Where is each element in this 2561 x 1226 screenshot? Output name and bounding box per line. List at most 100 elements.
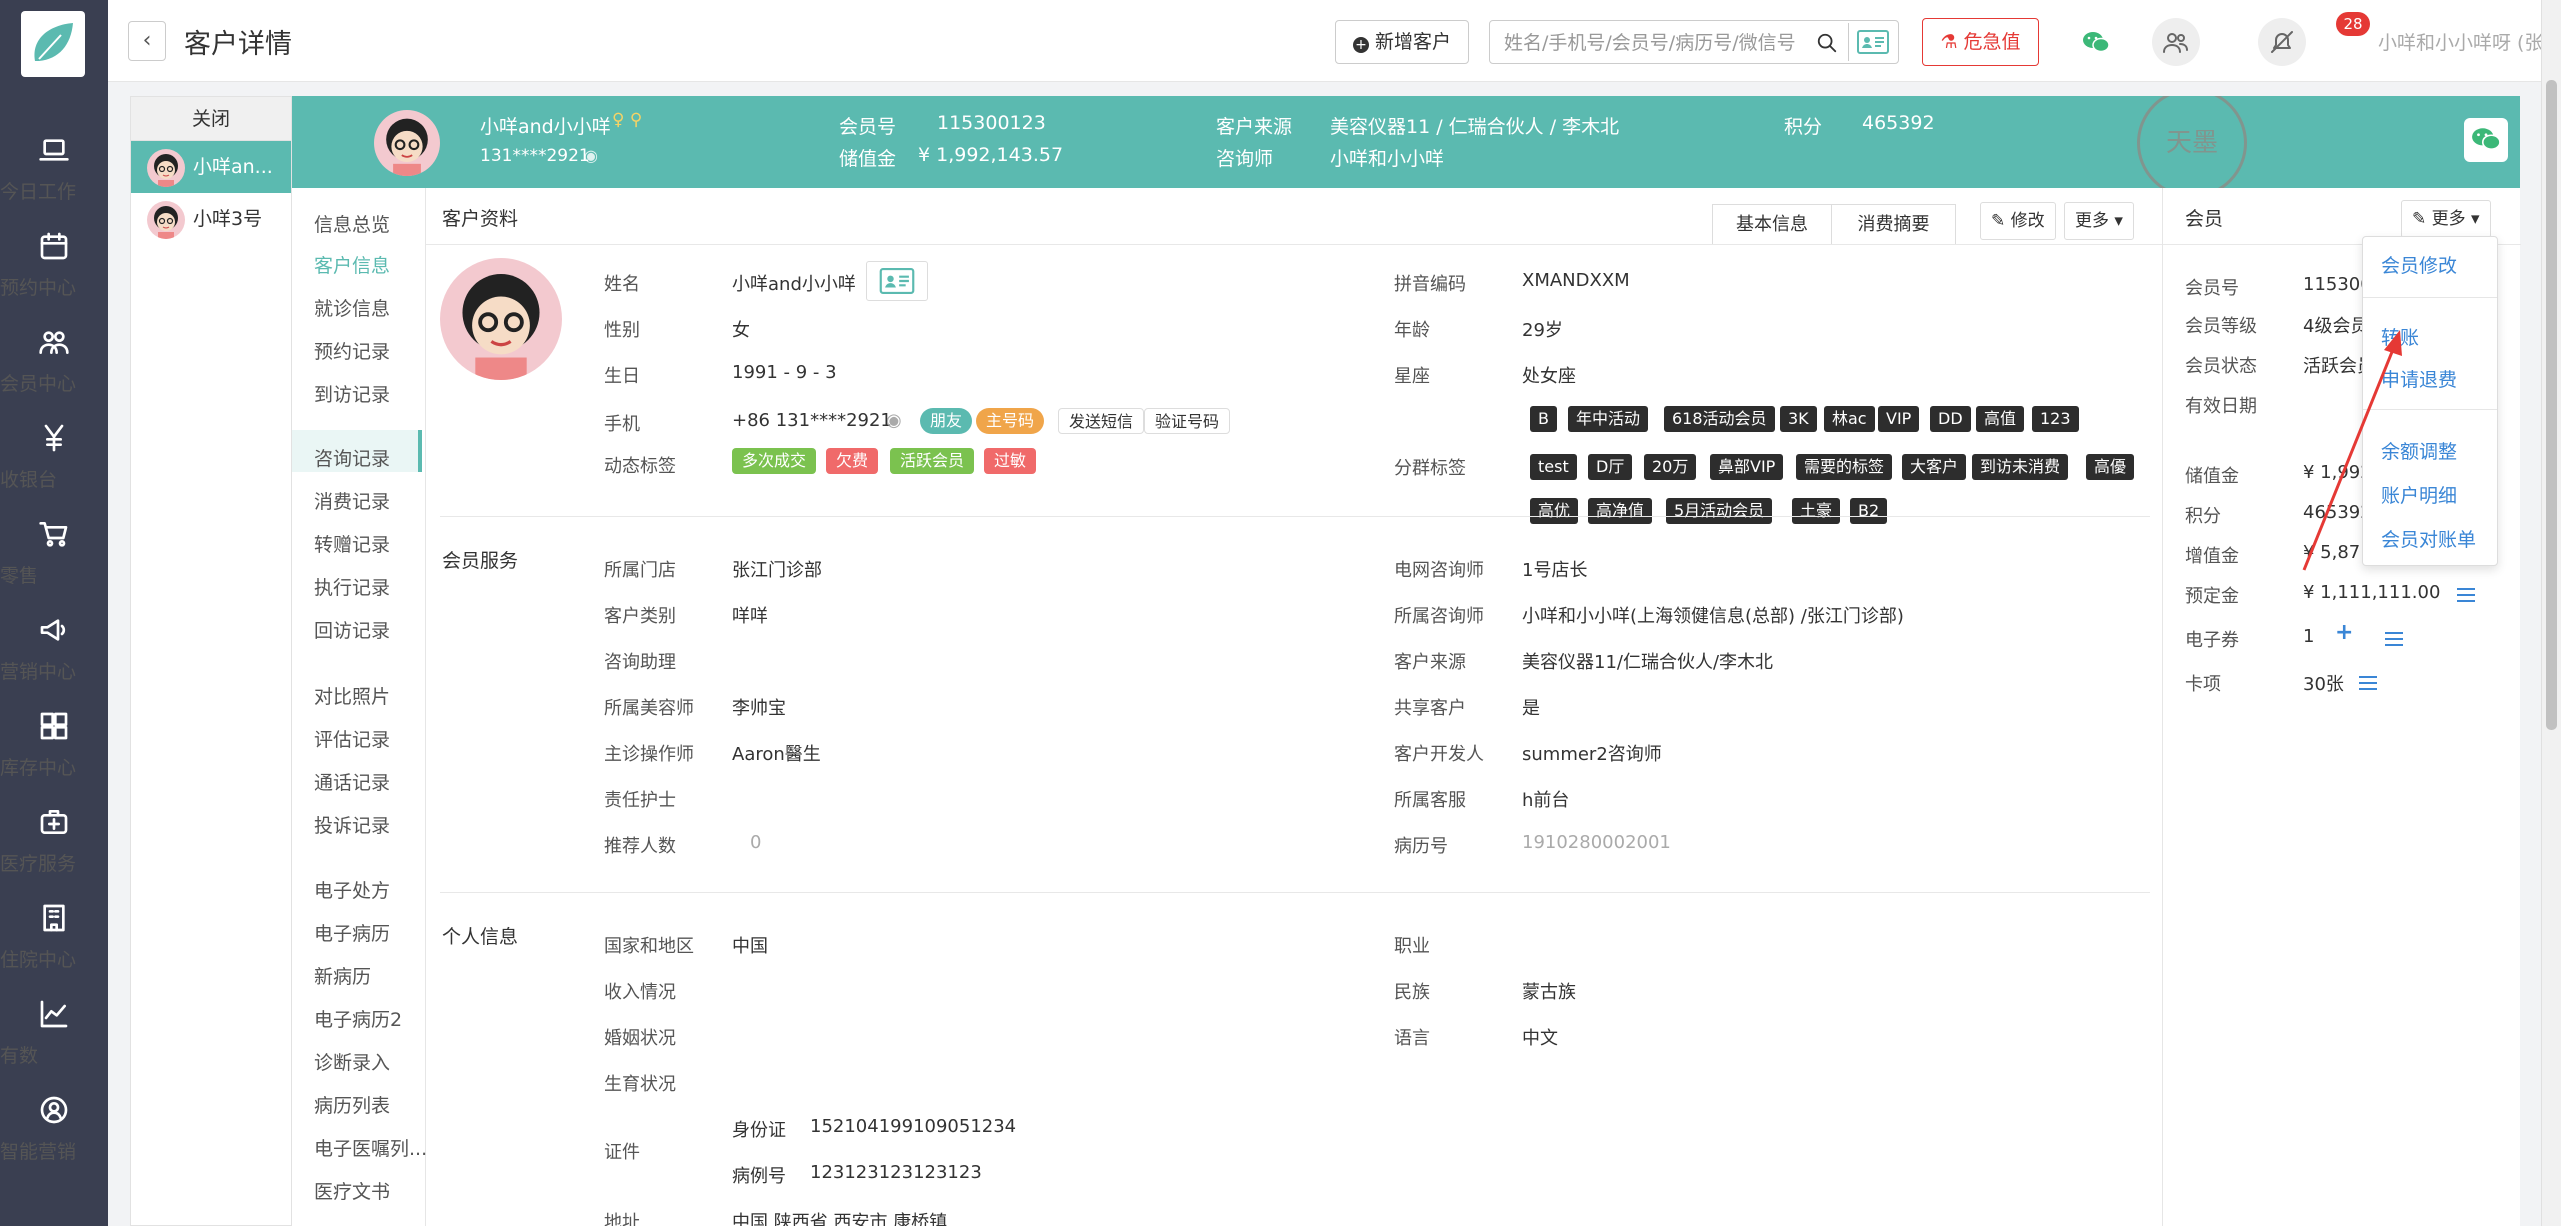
subnav-item[interactable]: 电子医嘱列... <box>314 1134 427 1161</box>
nav-label: 智能营销 <box>0 1141 77 1163</box>
subnav-item[interactable]: 电子处方 <box>314 876 390 903</box>
subnav-item-active[interactable]: 客户信息 <box>314 251 390 278</box>
id-card-icon <box>879 268 915 294</box>
list-menu-icon[interactable] <box>2385 632 2403 646</box>
subnav-item[interactable]: 新病历 <box>314 962 371 989</box>
member-more-button[interactable]: ✎ 更多 ▾ <box>2401 200 2491 238</box>
contacts-button[interactable] <box>2152 18 2200 66</box>
nav-member[interactable]: 会员中心 <box>0 312 108 408</box>
yen-icon <box>44 424 64 452</box>
field-value: 0 <box>750 832 762 853</box>
field-value: 是 <box>1522 698 1540 719</box>
nav-inventory[interactable]: 库存中心 <box>0 696 108 792</box>
id-card-icon <box>1857 30 1889 54</box>
customer-avatar[interactable] <box>440 258 562 380</box>
more-button[interactable]: 更多 ▾ <box>2064 202 2134 240</box>
subnav-item[interactable]: 咨询记录 <box>314 444 390 471</box>
member-field-label: 会员状态 <box>2185 356 2257 377</box>
subnav-item[interactable]: 转赠记录 <box>314 530 390 557</box>
subnav-item[interactable]: 通话记录 <box>314 768 390 795</box>
building-icon <box>43 904 65 932</box>
field-value: 29岁 <box>1522 320 1563 341</box>
app-logo[interactable] <box>21 11 85 77</box>
subnav-item[interactable]: 电子病历 <box>314 919 390 946</box>
field-label: 语言 <box>1394 1028 1430 1049</box>
field-label: 动态标签 <box>604 456 676 477</box>
critical-value-button[interactable]: ⚗ 危急值 <box>1922 18 2039 66</box>
bell-off-icon <box>2271 31 2293 53</box>
list-menu-icon[interactable] <box>2359 676 2377 690</box>
group-tag: test <box>1530 454 1577 480</box>
subnav-item[interactable]: 诊断录入 <box>314 1048 390 1075</box>
nav-cashier[interactable]: 收银台 <box>0 408 108 504</box>
search-icon[interactable] <box>1816 32 1838 54</box>
scrollbar-thumb[interactable] <box>2546 80 2557 730</box>
group-tag: 高净值 <box>1588 498 1653 524</box>
eye-icon[interactable]: ◉ <box>886 410 902 431</box>
back-button[interactable]: ‹ <box>128 21 166 61</box>
grid-icon <box>40 712 68 740</box>
user-menu[interactable]: 小咩和小小咩呀 (张江门诊部) ⌄ <box>2378 28 2561 55</box>
notification-button[interactable] <box>2258 18 2306 66</box>
id-card-button[interactable] <box>866 261 928 301</box>
gender-female-icon: ♀ ⚲ <box>612 110 643 130</box>
subnav-item[interactable]: 回访记录 <box>314 616 390 643</box>
subnav-item[interactable]: 到访记录 <box>314 380 390 407</box>
nav-inpatient[interactable]: 住院中心 <box>0 888 108 984</box>
eye-icon[interactable]: ◉ <box>584 146 598 165</box>
new-customer-button[interactable]: + 新增客户 <box>1335 20 1469 64</box>
send-sms-button[interactable]: 发送短信 <box>1058 408 1145 434</box>
id-card-button[interactable] <box>1848 23 1896 61</box>
verify-number-button[interactable]: 验证号码 <box>1144 408 1231 434</box>
wechat-header-button[interactable] <box>2072 18 2120 66</box>
nav-analytics[interactable]: 有数 <box>0 984 108 1080</box>
field-value: 张江门诊部 <box>732 560 822 581</box>
tab-consumption-summary[interactable]: 消费摘要 <box>1832 204 1956 244</box>
nav-today-work[interactable]: 今日工作 <box>0 120 108 216</box>
nav-marketing[interactable]: 营销中心 <box>0 600 108 696</box>
subnav-item[interactable]: 执行记录 <box>314 573 390 600</box>
nav-medical[interactable]: 医疗服务 <box>0 792 108 888</box>
customer-tab[interactable]: 小咩an... <box>131 141 291 193</box>
search-input[interactable] <box>1504 31 1814 55</box>
member-field-label: 积分 <box>2185 506 2221 527</box>
menu-item-member-edit[interactable]: 会员修改 <box>2381 251 2457 278</box>
field-label: 收入情况 <box>604 982 676 1003</box>
group-tag: 到访未消费 <box>1972 454 2069 480</box>
subnav-item[interactable]: 就诊信息 <box>314 294 390 321</box>
nav-appointment[interactable]: 预约中心 <box>0 216 108 312</box>
chart-icon <box>40 1000 68 1028</box>
subnav-item[interactable]: 电子病历2 <box>314 1005 402 1032</box>
subnav-item[interactable]: 对比照片 <box>314 682 390 709</box>
subnav-item[interactable]: 信息总览 <box>314 210 390 237</box>
close-tabs-button[interactable]: 关闭 <box>131 97 291 141</box>
field-value: h前台 <box>1522 790 1570 811</box>
edit-button[interactable]: ✎ 修改 <box>1980 202 2056 240</box>
nav-retail[interactable]: 零售 <box>0 504 108 600</box>
subnav-item[interactable]: 医疗文书 <box>314 1177 390 1204</box>
group-tag: 土豪 <box>1792 498 1841 524</box>
add-coupon-icon[interactable]: + <box>2335 620 2353 645</box>
subnav-item[interactable]: 消费记录 <box>314 487 390 514</box>
group-tag: 年中活动 <box>1568 406 1649 432</box>
subnav-item[interactable]: 病历列表 <box>314 1091 390 1118</box>
customer-banner: 小咩and小小咩 ♀ ⚲ 131****2921 ◉ 会员号 115300123… <box>292 96 2520 188</box>
group-tag: 林ac <box>1824 406 1875 432</box>
group-tag: 高值 <box>1976 406 2025 432</box>
subnav-item[interactable]: 投诉记录 <box>314 811 390 838</box>
field-label: 生育状况 <box>604 1074 676 1095</box>
field-value: 1号店长 <box>1522 560 1588 581</box>
top-header: ‹ 客户详情 + 新增客户 ⚗ 危急值 28 小咩和小小咩呀 (张江门诊部) ⌄ <box>108 0 2561 82</box>
customer-tab-label: 小咩3号 <box>193 208 263 230</box>
wechat-bind-button[interactable] <box>2464 118 2508 162</box>
subnav-item[interactable]: 预约记录 <box>314 337 390 364</box>
more-label: 更多 <box>2075 211 2109 231</box>
list-menu-icon[interactable] <box>2457 588 2475 602</box>
member-field-label: 预定金 <box>2185 586 2239 607</box>
nav-smart-marketing[interactable]: 智能营销 <box>0 1080 108 1176</box>
page-scrollbar[interactable] <box>2541 0 2561 1226</box>
customer-tab[interactable]: 小咩3号 <box>131 193 291 245</box>
subnav-item[interactable]: 评估记录 <box>314 725 390 752</box>
tab-basic-info[interactable]: 基本信息 <box>1712 204 1832 244</box>
member-field-value: ¥ 1,111,111.00 <box>2303 582 2441 603</box>
